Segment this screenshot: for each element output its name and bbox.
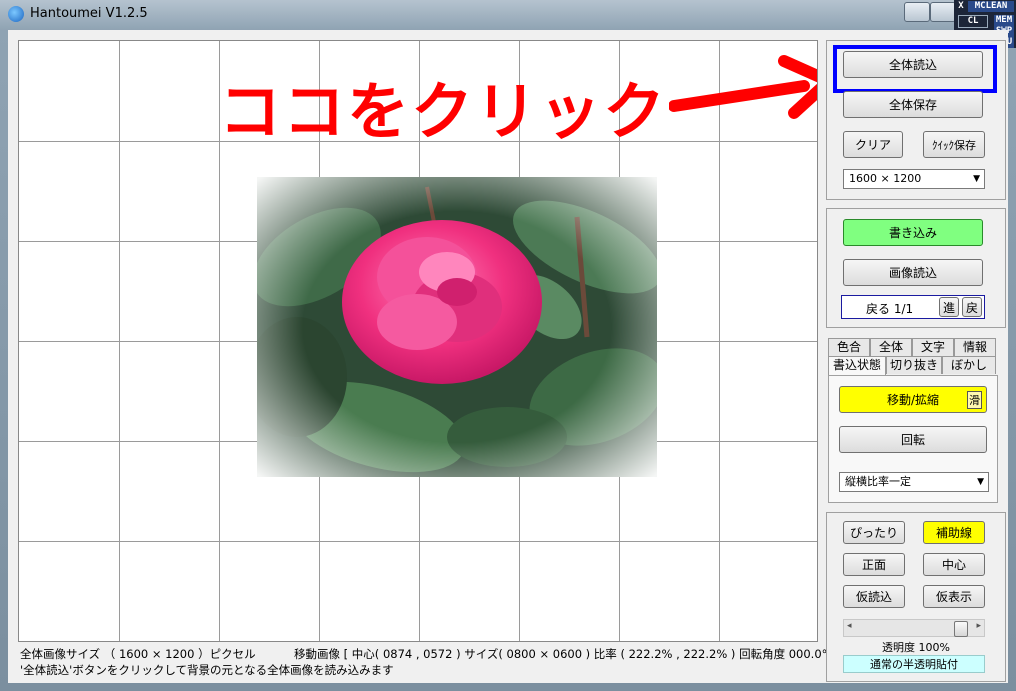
app-window: Hantoumei V1.2.5 X MCLEAN CL MEM OP SWP … xyxy=(0,0,1016,691)
rotate-button[interactable]: 回転 xyxy=(839,426,987,453)
edit-panel: 書き込み 画像読込 戻る 1/1 進 戻 xyxy=(826,208,1006,328)
aspect-select-value: 縦横比率一定 xyxy=(845,475,911,488)
temp-load-button[interactable]: 仮読込 xyxy=(843,585,905,608)
cl-button[interactable]: CL xyxy=(958,15,988,28)
forward-button[interactable]: 進 xyxy=(939,297,959,317)
opacity-label: 透明度 100% xyxy=(882,641,950,654)
tab-info[interactable]: 情報 xyxy=(954,338,996,356)
temp-show-button[interactable]: 仮表示 xyxy=(923,585,985,608)
slider-right-icon[interactable]: ▸ xyxy=(976,621,981,631)
mem-indicator: MEM xyxy=(994,15,1014,26)
slider-left-icon[interactable]: ◂ xyxy=(847,621,852,631)
tab-color[interactable]: 色合 xyxy=(828,338,870,356)
clear-button[interactable]: クリア xyxy=(843,131,903,158)
move-image-status: 移動画像 [ 中心( 0874 , 0572 ) サイズ( 0800 × 060… xyxy=(294,647,836,661)
opacity-slider[interactable]: ◂ ▸ xyxy=(843,619,985,637)
tab-blur[interactable]: ぼかし xyxy=(942,356,996,374)
title-bar: Hantoumei V1.2.5 xyxy=(0,0,1016,30)
tab-write-state[interactable]: 書込状態 xyxy=(828,356,886,376)
fit-button[interactable]: ぴったり xyxy=(843,521,905,544)
window-title: Hantoumei V1.2.5 xyxy=(30,6,148,21)
size-select[interactable]: 1600 × 1200 ▼ xyxy=(843,169,985,189)
move-scale-button[interactable]: 移動/拡縮 滑 xyxy=(839,386,987,413)
camellia-photo[interactable] xyxy=(257,177,657,477)
hint-status: '全体読込'ボタンをクリックして背景の元となる全体画像を読み込みます xyxy=(20,663,394,677)
file-panel: 全体読込 全体保存 クリア ｸｲｯｸ保存 1600 × 1200 ▼ xyxy=(826,40,1006,200)
back-button[interactable]: 戻 xyxy=(962,297,982,317)
undo-box: 戻る 1/1 進 戻 xyxy=(841,295,985,319)
smooth-toggle[interactable]: 滑 xyxy=(967,391,982,409)
view-panel: ぴったり 補助線 正面 中心 仮読込 仮表示 ◂ ▸ 透明度 100% 通常の半… xyxy=(826,512,1006,682)
undo-label: 戻る 1/1 xyxy=(866,302,914,316)
maximize-button[interactable] xyxy=(930,2,956,22)
chevron-down-icon: ▼ xyxy=(977,477,984,487)
tab-whole[interactable]: 全体 xyxy=(870,338,912,356)
app-icon xyxy=(8,6,24,22)
paste-mode-indicator[interactable]: 通常の半透明貼付 xyxy=(843,655,985,673)
minimize-button[interactable] xyxy=(904,2,930,22)
tab-text[interactable]: 文字 xyxy=(912,338,954,356)
mclean-button[interactable]: MCLEAN xyxy=(968,1,1014,12)
write-state-panel: 移動/拡縮 滑 回転 縦横比率一定 ▼ xyxy=(828,375,998,503)
front-button[interactable]: 正面 xyxy=(843,553,905,576)
size-select-value: 1600 × 1200 xyxy=(849,172,922,185)
slider-thumb[interactable] xyxy=(954,621,968,637)
click-here-annotation: ココをクリック xyxy=(219,75,668,148)
arrow-icon xyxy=(669,55,817,119)
move-scale-label: 移動/拡縮 xyxy=(886,393,940,407)
center-button[interactable]: 中心 xyxy=(923,553,985,576)
client-area: ココをクリック 全体画像サイズ （ 1600 × 1200 ）ピクセル 移動画像… xyxy=(8,30,1008,683)
write-button[interactable]: 書き込み xyxy=(843,219,983,246)
image-size-status: 全体画像サイズ （ 1600 × 1200 ）ピクセル xyxy=(20,647,256,661)
chevron-down-icon: ▼ xyxy=(973,174,980,184)
load-image-button[interactable]: 画像読込 xyxy=(843,259,983,286)
quick-save-button[interactable]: ｸｲｯｸ保存 xyxy=(923,131,985,158)
guide-lines-button[interactable]: 補助線 xyxy=(923,521,985,544)
load-all-button[interactable]: 全体読込 xyxy=(843,51,983,78)
tab-crop[interactable]: 切り抜き xyxy=(886,356,942,374)
image-canvas[interactable]: ココをクリック xyxy=(18,40,818,642)
close-icon[interactable]: X xyxy=(956,1,966,12)
grid-line xyxy=(19,541,817,542)
aspect-select[interactable]: 縦横比率一定 ▼ xyxy=(839,472,989,492)
save-all-button[interactable]: 全体保存 xyxy=(843,91,983,118)
